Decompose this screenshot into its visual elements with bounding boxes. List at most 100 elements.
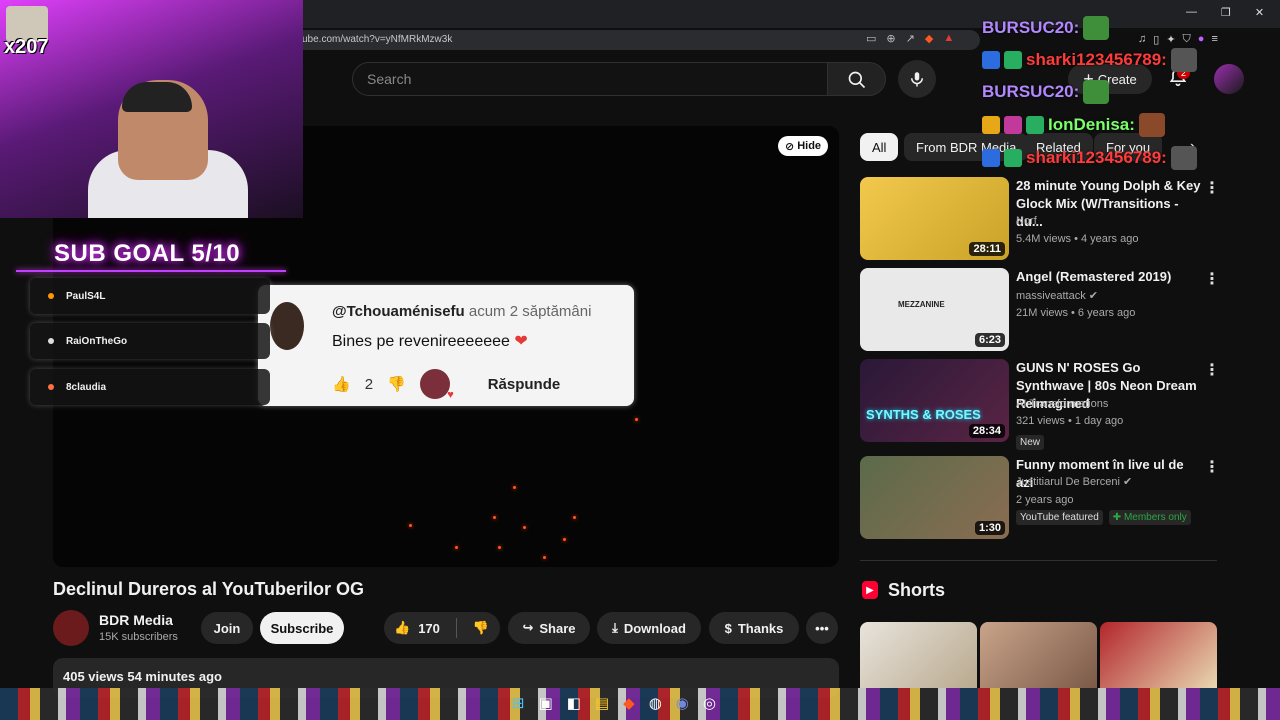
thumbs-up-icon: 👍 <box>332 376 351 393</box>
members-label: Members only <box>1123 512 1187 523</box>
chat-username: BURSUC20: <box>982 18 1080 37</box>
chat-emote <box>1170 48 1197 72</box>
more-options-icon[interactable]: ⋮ <box>1204 360 1220 380</box>
brave-shield-icon[interactable]: ◆ <box>925 32 933 45</box>
voice-search-button[interactable] <box>898 60 936 98</box>
share-button[interactable]: ↪ Share <box>508 612 590 644</box>
sub-list-item: RaiOnTheGo <box>30 323 270 359</box>
folder-icon[interactable]: ▤ <box>595 694 609 712</box>
discord-icon[interactable]: ◉ <box>676 694 689 712</box>
recommended-thumbnail[interactable]: MEZZANINE 6:23 <box>860 268 1009 351</box>
close-icon[interactable]: ✕ <box>1255 6 1264 19</box>
space-invader-badge <box>982 149 1000 167</box>
minimize-icon[interactable]: — <box>1186 6 1197 19</box>
comment-header: @Tchouaménisefu acum 2 săptămâni <box>332 303 591 320</box>
taskbar-icons: ⊞ ▣ ◧ ▤ ◆ ◍ ◉ ◎ <box>512 694 716 712</box>
task-view-icon[interactable]: ▣ <box>539 694 553 712</box>
recommended-thumbnail[interactable]: SYNTHS & ROSES 28:34 <box>860 359 1009 442</box>
chat-emote <box>1138 113 1165 137</box>
comment-text: Bines pe revenireeeeeee ❤ <box>332 331 528 351</box>
like-button[interactable]: 👍 170 <box>394 620 440 636</box>
zoom-icon[interactable]: ⊕ <box>886 32 895 45</box>
recommended-title[interactable]: Angel (Remastered 2019) <box>1016 268 1202 286</box>
obs-icon[interactable]: ◎ <box>703 694 716 712</box>
download-button[interactable]: ⤓ Download <box>597 612 701 644</box>
short-thumbnail[interactable] <box>980 622 1097 688</box>
recommended-meta: 5.4M views • 4 years ago <box>1016 233 1139 245</box>
gift-badge <box>1004 149 1022 167</box>
recommended-channel[interactable]: AI Transformations <box>1016 395 1108 413</box>
crown-badge <box>982 116 1000 134</box>
leo-icon[interactable]: ✦ <box>1166 33 1175 46</box>
search-button[interactable] <box>828 62 886 96</box>
tag-members-only: ✚ Members only <box>1108 510 1191 525</box>
more-options-icon[interactable]: ⋮ <box>1204 457 1220 477</box>
account-avatar[interactable] <box>1214 64 1244 94</box>
app-icon[interactable]: ◧ <box>567 694 581 712</box>
music-icon[interactable]: ♫ <box>1138 33 1146 46</box>
recommended-title[interactable]: 28 minute Young Dolph & Key Glock Mix (W… <box>1016 177 1202 231</box>
menu-icon[interactable]: ≡ <box>1211 33 1217 46</box>
app-icon[interactable]: ◍ <box>649 694 662 712</box>
creator-heart-avatar <box>419 369 454 401</box>
search-placeholder: Search <box>367 71 412 87</box>
address-bar-icons: ▭ ⊕ ↗ ◆ ▲ <box>866 32 954 45</box>
chip-all[interactable]: All <box>860 133 899 161</box>
video-duration: 1:30 <box>974 521 1005 535</box>
join-button[interactable]: Join <box>201 612 253 644</box>
pepe-emote <box>1083 80 1110 104</box>
shorts-icon: ▶ <box>862 581 878 599</box>
recommended-channel[interactable]: massiveattack ✔ <box>1016 287 1098 305</box>
short-thumbnail[interactable] <box>1100 622 1217 688</box>
rewards-icon[interactable]: ▲ <box>943 32 954 45</box>
thanks-icon: $ <box>724 620 732 636</box>
chat-message: BURSUC20: <box>982 16 1110 40</box>
recommended-thumbnail[interactable]: 28:11 <box>860 177 1009 260</box>
thanks-button[interactable]: $ Thanks <box>709 612 799 644</box>
vpn-icon[interactable]: ⛉ <box>1183 33 1191 46</box>
recommended-thumbnail[interactable]: 1:30 <box>860 456 1009 539</box>
channel-name: massiveattack <box>1016 290 1086 302</box>
recommended-channel[interactable]: Justitiarul De Berceni ✔ <box>1016 473 1132 491</box>
more-options-icon[interactable]: ⋮ <box>1204 269 1220 289</box>
chat-username: sharki123456789: <box>1026 148 1167 167</box>
download-label: Download <box>623 620 686 636</box>
channel-name[interactable]: BDR Media <box>99 612 173 628</box>
sub-goal-title: SUB GOAL 5/10 <box>54 240 241 267</box>
chat-username: IonDenisa: <box>1048 115 1135 134</box>
reply-label: Răspunde <box>487 375 561 393</box>
recommended-channel[interactable]: Norf <box>1016 212 1037 230</box>
share-icon[interactable]: ↗ <box>906 32 915 45</box>
chat-message: IonDenisa: <box>982 113 1165 137</box>
verified-icon: ✔ <box>1123 476 1133 488</box>
thumbnail-text: MEZZANINE <box>898 300 945 309</box>
thanks-label: Thanks <box>737 620 784 636</box>
shorts-title: Shorts <box>888 580 946 600</box>
sidebar-icon[interactable]: ▯ <box>1153 33 1159 46</box>
heart-icon: ❤ <box>514 333 528 350</box>
short-thumbnail[interactable] <box>860 622 977 688</box>
sub-dot <box>48 338 54 344</box>
hide-label: Hide <box>797 140 822 152</box>
new-badge: New <box>1016 432 1045 450</box>
brave-icon[interactable]: ◆ <box>623 694 635 712</box>
more-actions-button[interactable]: ••• <box>806 612 838 644</box>
restore-icon[interactable]: ❐ <box>1221 6 1231 19</box>
url-text[interactable]: ube.com/watch?v=yNfMRkMzw3k <box>302 34 452 45</box>
upload-date: 54 minutes ago <box>127 669 222 684</box>
cast-icon[interactable]: ▭ <box>866 32 876 45</box>
subscribe-button[interactable]: Subscribe <box>260 612 344 644</box>
members-icon: ✚ <box>1112 512 1122 523</box>
video-tags: YouTube featured ✚ Members only <box>1016 510 1191 525</box>
video-title: Declinul Dureros al YouTuberilor OG <box>53 579 365 599</box>
windows-start-icon[interactable]: ⊞ <box>512 694 525 712</box>
search-input[interactable] <box>352 62 828 96</box>
dislike-button[interactable]: 👎 <box>473 620 489 636</box>
chat-message: sharki123456789: <box>982 48 1197 72</box>
view-count: 405 views <box>63 669 124 684</box>
hide-overlay-button[interactable]: ⊘ Hide <box>778 136 828 156</box>
more-options-icon[interactable]: ⋮ <box>1204 178 1220 198</box>
channel-avatar[interactable] <box>53 610 89 646</box>
sub-goal-divider <box>16 270 286 272</box>
wallet-icon[interactable]: ● <box>1198 33 1205 46</box>
